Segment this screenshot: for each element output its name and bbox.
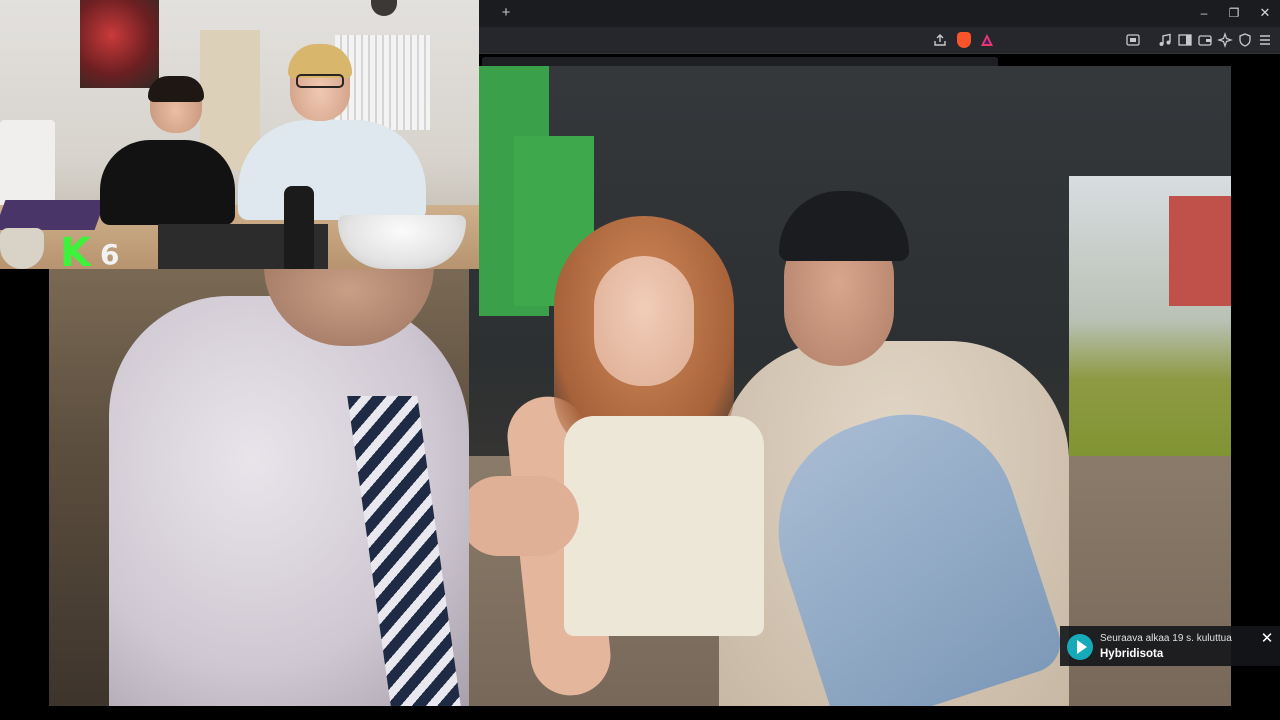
hand-on-shoulder (459, 476, 579, 556)
menu-icon[interactable] (1257, 32, 1273, 48)
close-window-button[interactable]: ✕ (1255, 4, 1275, 22)
brave-rewards-icon[interactable] (979, 32, 995, 48)
next-episode-countdown: Seuraava alkaa 19 s. kuluttua (1100, 633, 1232, 644)
wallet-icon[interactable] (1197, 32, 1213, 48)
play-icon (1077, 640, 1087, 654)
screenshot-icon[interactable] (1125, 32, 1141, 48)
screen: + – ❐ ✕ K 6 Seuraava alkaa 19 s. kuluttu… (0, 0, 1280, 720)
media-icon[interactable] (1157, 32, 1173, 48)
webcam-person-2-shirt (238, 120, 426, 220)
webcam-mat (0, 200, 106, 230)
maximize-button[interactable]: ❐ (1224, 4, 1244, 22)
minimize-button[interactable]: – (1194, 4, 1214, 22)
new-tab-button[interactable]: + (498, 5, 514, 21)
webcam-person-1-hair (148, 76, 204, 102)
woman-face (594, 256, 694, 386)
next-episode-close-button[interactable]: ✕ (1259, 631, 1275, 647)
webcam-painting (80, 0, 159, 88)
webcam-overlay: K 6 (0, 0, 479, 269)
share-icon[interactable] (932, 32, 948, 48)
webcam-chair (0, 120, 55, 210)
webcam-person-1-shirt (100, 140, 235, 225)
next-episode-title[interactable]: Hybridisota (1100, 646, 1250, 662)
webcam-glasses (296, 74, 344, 88)
vpn-icon[interactable] (1237, 32, 1253, 48)
webcam-bottle (284, 186, 314, 269)
brave-shield-icon[interactable] (957, 32, 971, 48)
channel-logo-number: 6 (100, 238, 120, 270)
sidebar-icon[interactable] (1177, 32, 1193, 48)
video-scene-window-red (1169, 196, 1231, 306)
woman-top (564, 416, 764, 636)
leo-ai-icon[interactable] (1217, 32, 1233, 48)
channel-logo-letter: K (60, 230, 91, 269)
